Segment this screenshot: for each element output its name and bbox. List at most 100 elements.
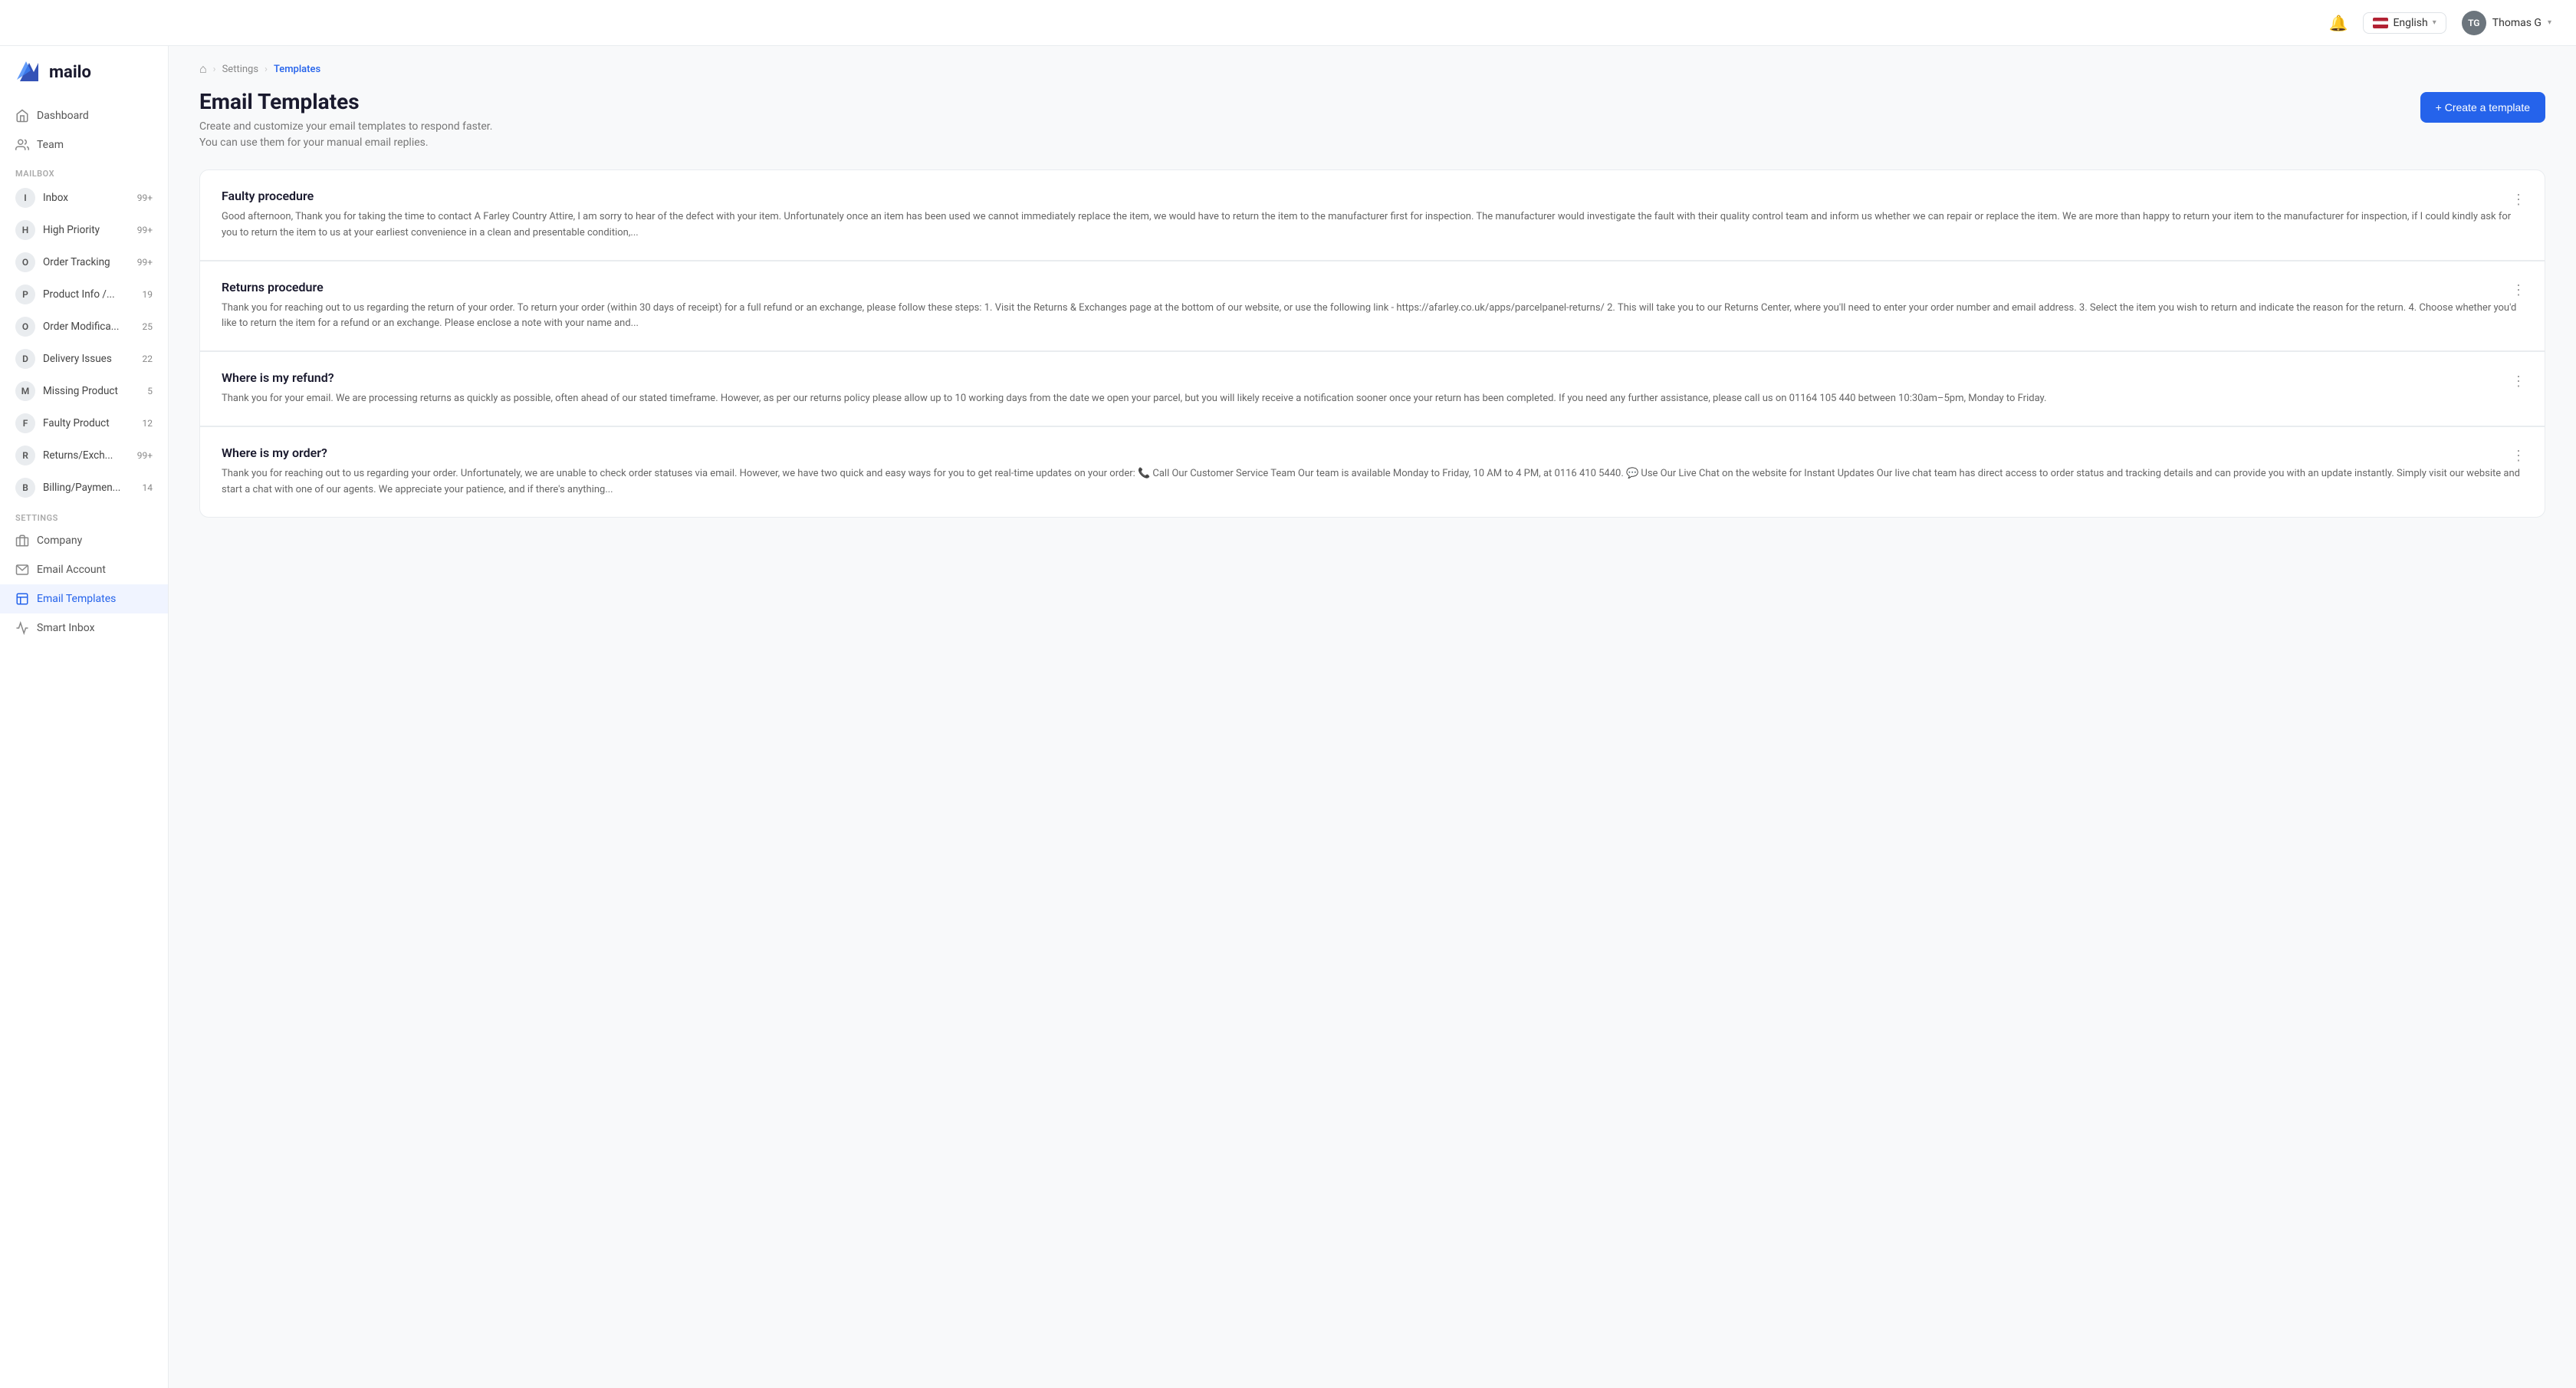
sidebar-item-label: Email Account — [37, 564, 153, 576]
mailbox-label: Order Tracking — [43, 256, 130, 268]
mailbox-count: 14 — [143, 482, 153, 493]
page-header: Email Templates Create and customize you… — [169, 77, 2576, 169]
flag-icon — [2373, 18, 2388, 28]
mailbox-count: 99+ — [137, 450, 153, 461]
sidebar-item-order-tracking[interactable]: O Order Tracking 99+ — [0, 246, 168, 278]
page-title: Email Templates — [199, 89, 492, 114]
template-icon — [15, 592, 29, 606]
sidebar-item-billing-payments[interactable]: B Billing/Paymen... 14 — [0, 472, 168, 504]
chevron-down-icon: ▾ — [2548, 18, 2551, 27]
smart-inbox-icon — [15, 621, 29, 635]
page-title-area: Email Templates Create and customize you… — [199, 89, 492, 151]
mailbox-label: Billing/Paymen... — [43, 482, 135, 494]
sidebar-item-product-info[interactable]: P Product Info /... 19 — [0, 278, 168, 311]
breadcrumb: ⌂ › Settings › Templates — [169, 46, 2576, 77]
breadcrumb-settings[interactable]: Settings — [222, 64, 258, 75]
template-title: Faulty procedure — [222, 189, 2523, 203]
template-body: Good afternoon, Thank you for taking the… — [222, 209, 2523, 242]
template-more-button[interactable]: ⋮ — [2508, 280, 2529, 301]
logo-icon — [15, 58, 43, 86]
mailbox-count: 99+ — [137, 257, 153, 268]
mailbox-count: 12 — [143, 418, 153, 429]
mailbox-label: Product Info /... — [43, 288, 135, 301]
notification-bell-icon[interactable]: 🔔 — [2329, 14, 2348, 32]
mailbox-count: 19 — [143, 289, 153, 300]
language-label: English — [2393, 17, 2427, 29]
mailbox-label: Returns/Exch... — [43, 449, 130, 462]
mailbox-circle: H — [15, 220, 35, 240]
chevron-down-icon: ▾ — [2433, 18, 2436, 27]
template-body: Thank you for your email. We are process… — [222, 391, 2523, 407]
mailbox-circle: D — [15, 349, 35, 369]
sidebar-item-inbox[interactable]: I Inbox 99+ — [0, 182, 168, 214]
building-icon — [15, 534, 29, 548]
home-breadcrumb-icon[interactable]: ⌂ — [199, 61, 207, 77]
sidebar-item-high-priority[interactable]: H High Priority 99+ — [0, 214, 168, 246]
mailbox-circle: I — [15, 188, 35, 208]
mailbox-circle: M — [15, 381, 35, 401]
sidebar-item-delivery-issues[interactable]: D Delivery Issues 22 — [0, 343, 168, 375]
template-more-button[interactable]: ⋮ — [2508, 370, 2529, 392]
logo: mailo — [0, 58, 168, 101]
sidebar-item-faulty-product[interactable]: F Faulty Product 12 — [0, 407, 168, 439]
template-card: Returns procedure Thank you for reaching… — [199, 261, 2545, 352]
mailbox-count: 99+ — [137, 225, 153, 235]
template-title: Where is my order? — [222, 446, 2523, 460]
mailbox-circle: O — [15, 252, 35, 272]
sidebar: mailo Dashboard Team Mailbox I Inbox 99+ — [0, 46, 169, 1388]
sidebar-item-missing-product[interactable]: M Missing Product 5 — [0, 375, 168, 407]
mailbox-circle: F — [15, 413, 35, 433]
sidebar-item-label: Company — [37, 534, 153, 547]
mailbox-label: High Priority — [43, 224, 130, 236]
mailbox-count: 25 — [143, 321, 153, 332]
mailbox-circle: O — [15, 317, 35, 337]
mailbox-circle: R — [15, 446, 35, 465]
template-card: Where is my order? Thank you for reachin… — [199, 426, 2545, 518]
sidebar-item-company[interactable]: Company — [0, 526, 168, 555]
sidebar-item-team[interactable]: Team — [0, 130, 168, 160]
sidebar-item-label: Email Templates — [37, 593, 153, 605]
sidebar-item-order-modifications[interactable]: O Order Modifica... 25 — [0, 311, 168, 343]
mailbox-label: Order Modifica... — [43, 321, 135, 333]
sidebar-item-label: Smart Inbox — [37, 622, 153, 634]
mailbox-section-label: Mailbox — [0, 160, 168, 182]
mailbox-label: Faulty Product — [43, 417, 135, 429]
breadcrumb-separator: › — [264, 64, 268, 75]
create-template-button[interactable]: + Create a template — [2420, 92, 2545, 123]
sidebar-item-label: Dashboard — [37, 110, 153, 122]
templates-list: Faulty procedure Good afternoon, Thank y… — [169, 169, 2576, 548]
sidebar-item-smart-inbox[interactable]: Smart Inbox — [0, 613, 168, 643]
mailbox-circle: B — [15, 478, 35, 498]
logo-text: mailo — [49, 63, 91, 82]
breadcrumb-current: Templates — [274, 64, 320, 75]
user-menu[interactable]: TG Thomas G ▾ — [2462, 11, 2551, 35]
user-name: Thomas G — [2492, 17, 2542, 29]
breadcrumb-separator: › — [213, 64, 216, 75]
users-icon — [15, 138, 29, 152]
template-title: Where is my refund? — [222, 370, 2523, 385]
template-more-button[interactable]: ⋮ — [2508, 189, 2529, 210]
template-card: Faulty procedure Good afternoon, Thank y… — [199, 169, 2545, 261]
sidebar-item-email-templates[interactable]: Email Templates — [0, 584, 168, 613]
mailbox-count: 5 — [147, 386, 153, 396]
language-selector[interactable]: English ▾ — [2363, 12, 2446, 34]
top-header: 🔔 English ▾ TG Thomas G ▾ — [0, 0, 2576, 46]
sidebar-item-email-account[interactable]: Email Account — [0, 555, 168, 584]
sidebar-item-dashboard[interactable]: Dashboard — [0, 101, 168, 130]
page-subtitle: Create and customize your email template… — [199, 119, 492, 151]
mailbox-label: Missing Product — [43, 385, 140, 397]
sidebar-item-label: Team — [37, 139, 153, 151]
template-body: Thank you for reaching out to us regardi… — [222, 466, 2523, 498]
app-body: mailo Dashboard Team Mailbox I Inbox 99+ — [0, 46, 2576, 1388]
sidebar-item-returns-exchange[interactable]: R Returns/Exch... 99+ — [0, 439, 168, 472]
template-title: Returns procedure — [222, 280, 2523, 294]
mailbox-circle: P — [15, 285, 35, 304]
home-icon — [15, 109, 29, 123]
mailbox-label: Delivery Issues — [43, 353, 135, 365]
settings-section-label: Settings — [0, 504, 168, 526]
template-card: Where is my refund? Thank you for your e… — [199, 351, 2545, 426]
envelope-icon — [15, 563, 29, 577]
avatar: TG — [2462, 11, 2486, 35]
template-more-button[interactable]: ⋮ — [2508, 446, 2529, 467]
main-content: ⌂ › Settings › Templates Email Templates… — [169, 46, 2576, 1388]
